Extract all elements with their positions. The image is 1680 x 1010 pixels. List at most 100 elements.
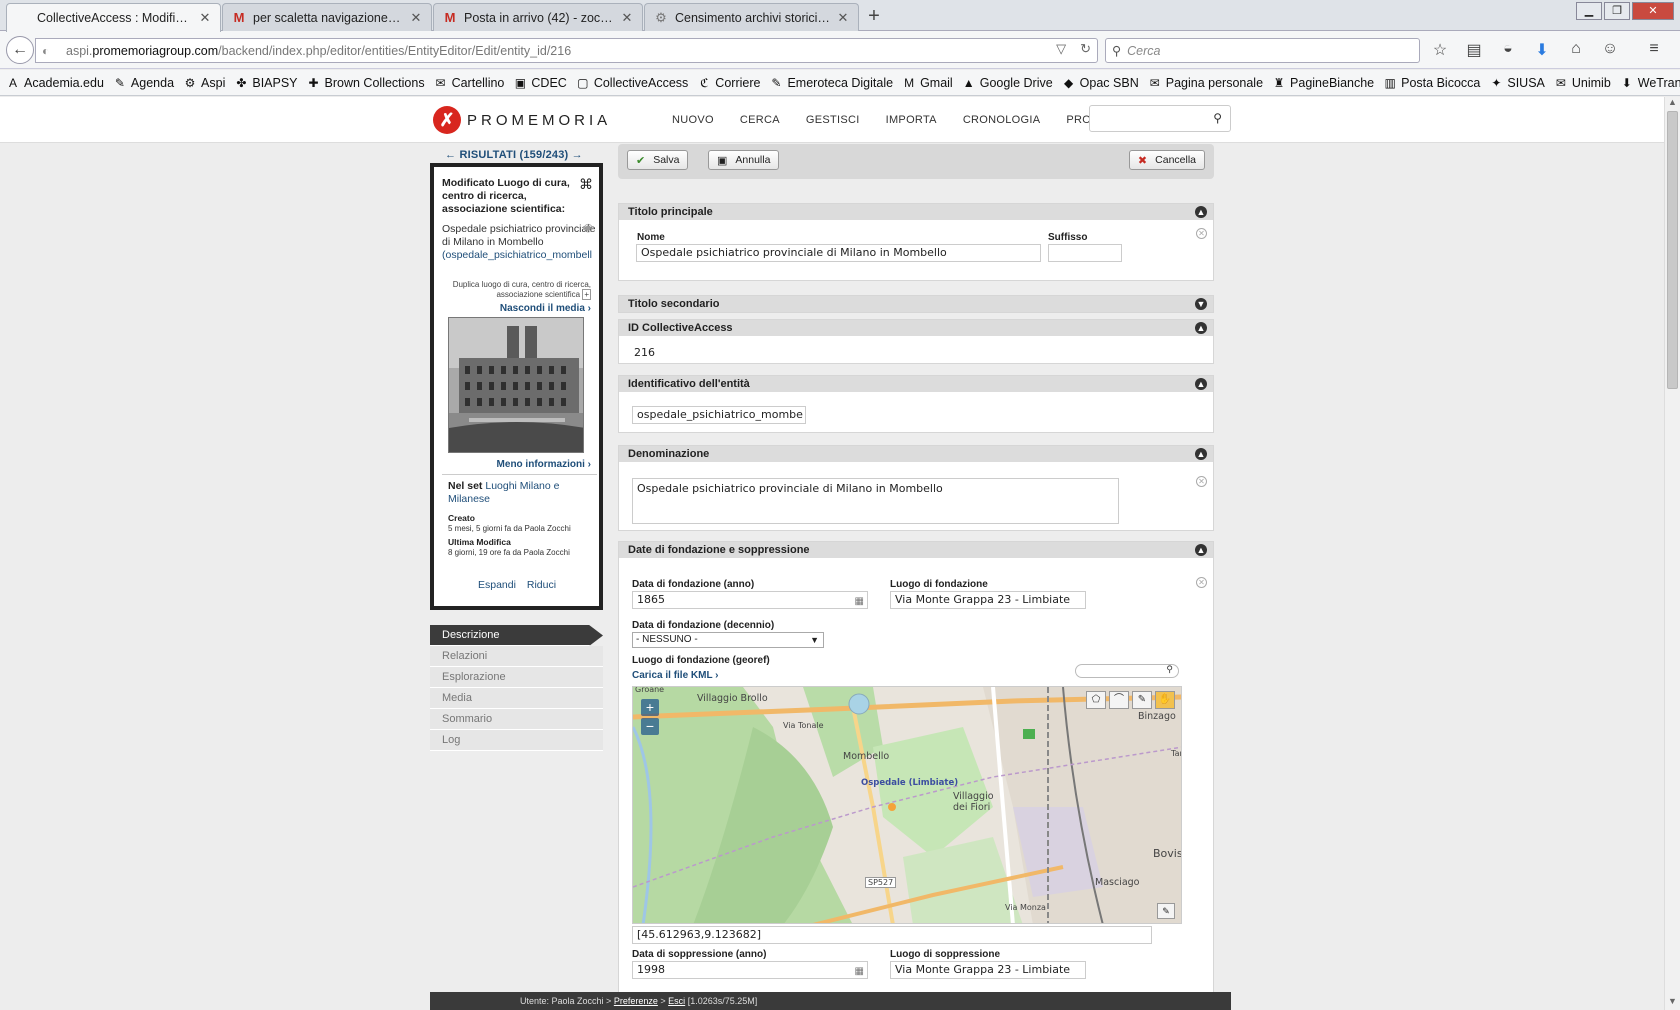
draw-point-icon[interactable]: ✎ [1132,691,1152,709]
map-view[interactable]: Villaggio Brollo Mombello Ospedale (Limb… [632,686,1182,924]
collapse-icon[interactable]: ▲ [1195,322,1207,334]
menu-importa[interactable]: IMPORTA [886,114,937,126]
section-header[interactable]: ID CollectiveAccess ▲ [619,320,1213,336]
section-header[interactable]: Denominazione ▲ [619,446,1213,462]
section-header[interactable]: Identificativo dell'entità ▲ [619,376,1213,392]
bookmark-item[interactable]: ✉ Pagina personale [1148,76,1263,90]
section-header[interactable]: Titolo principale ▲ [619,204,1213,220]
sidenav-esplorazione[interactable]: Esplorazione [430,667,603,688]
bookmark-item[interactable]: ✉ Cartellino [434,76,505,90]
save-button[interactable]: ✔ Salva [627,150,689,170]
tab-collectiveaccess[interactable]: CollectiveAccess : Modifica Lu... ✕ [6,3,221,32]
eye-icon[interactable]: ◉ [583,221,593,234]
tab-gmail-inbox[interactable]: M Posta in arrivo (42) - zocchi... ✕ [433,3,643,31]
minimize-icon[interactable]: ▁ [1576,2,1602,20]
bookmark-item[interactable]: ✦ SIUSA [1489,76,1545,90]
zoom-out-button[interactable]: − [641,718,659,735]
search-icon[interactable]: ⚲ [1213,111,1222,125]
tab-gmail-scaletta[interactable]: M per scaletta navigazione - z... ✕ [222,3,432,31]
duplicate-link[interactable]: Duplica luogo di cura, centro di ricerca… [441,280,591,300]
expand-icon[interactable]: ▼ [1195,298,1207,310]
pan-hand-icon[interactable]: ✋ [1155,691,1175,709]
bookmark-item[interactable]: A Academia.edu [6,76,104,90]
menu-gestisci[interactable]: GESTISCI [806,114,860,126]
close-window-icon[interactable]: ✕ [1632,2,1674,20]
section-header[interactable]: Date di fondazione e soppressione ▲ [619,542,1213,558]
chat-icon[interactable]: ☺ [1600,40,1620,60]
calendar-icon[interactable]: ▦ [855,594,864,608]
browser-search[interactable]: ⚲ Cerca [1105,38,1420,63]
new-tab-button[interactable]: + [862,5,886,29]
hide-media-link[interactable]: Nascondi il media › [500,303,591,314]
bookmark-item[interactable]: ⬇ WeTransfer [1620,76,1680,90]
bookmark-item[interactable]: ℭ Corriere [697,76,760,90]
delete-button[interactable]: ✖ Cancella [1128,150,1205,170]
logout-link[interactable]: Esci [668,996,685,1006]
sidenav-descrizione[interactable]: Descrizione [430,625,603,646]
bookmark-item[interactable]: ⚙ Aspi [183,76,226,90]
draw-path-icon[interactable]: ⌒ [1109,691,1129,709]
remove-icon[interactable]: ✕ [1196,228,1207,239]
bookmark-item[interactable]: ▣ CDEC [513,76,567,90]
remove-icon[interactable]: ✕ [1196,476,1207,487]
bookmark-item[interactable]: ◆ Opac SBN [1062,76,1139,90]
bookmark-item[interactable]: ▲ Google Drive [962,76,1053,90]
sidenav-relazioni[interactable]: Relazioni [430,646,603,667]
soppressione-anno-field[interactable]: 1998 ▦ [632,961,868,979]
reload-icon[interactable]: ↻ [1080,41,1091,57]
scroll-up-icon[interactable]: ▲ [1665,97,1680,111]
suffisso-field[interactable] [1048,244,1122,262]
home-icon[interactable]: ⌂ [1566,40,1586,60]
scroll-thumb[interactable] [1667,111,1678,389]
menu-cerca[interactable]: CERCA [740,114,780,126]
dropdown-arrow-icon[interactable]: ▽ [1056,41,1066,57]
denominazione-textarea[interactable]: Ospedale psichiatrico provinciale di Mil… [632,478,1119,524]
command-icon[interactable]: ⌘ [579,176,593,193]
restore-icon[interactable]: ❐ [1604,2,1630,20]
less-info-link[interactable]: Meno informazioni › [497,459,591,470]
draw-polygon-icon[interactable]: ⬠ [1086,691,1106,709]
collapse-icon[interactable]: ▲ [1195,544,1207,556]
close-tab-icon[interactable]: ✕ [198,10,212,26]
results-navigation[interactable]: ← RISULTATI (159/243) → [445,149,583,161]
bookmark-item[interactable]: ✎ Agenda [113,76,174,90]
reading-list-icon[interactable]: ▤ [1464,40,1484,60]
map-search-input[interactable]: ⚲ [1075,664,1179,678]
decennio-select[interactable]: - NESSUNO - ▼ [632,632,824,648]
remove-icon[interactable]: ✕ [1196,577,1207,588]
close-tab-icon[interactable]: ✕ [836,10,850,26]
search-icon[interactable]: ⚲ [1166,664,1173,675]
scroll-down-icon[interactable]: ▼ [1665,996,1680,1010]
hamburger-menu-icon[interactable]: ≡ [1644,40,1664,60]
sidenav-sommario[interactable]: Sommario [430,709,603,730]
promemoria-logo[interactable]: ✗ PROMEMORIA [433,106,611,134]
bookmark-item[interactable]: ✉ Unimib [1554,76,1611,90]
collapse-link[interactable]: Riduci [527,579,556,591]
cancel-button[interactable]: ▣ Annulla [708,150,780,170]
identificativo-field[interactable]: ospedale_psichiatrico_mombe [632,406,806,424]
bookmark-item[interactable]: ▥ Posta Bicocca [1383,76,1480,90]
expand-link[interactable]: Espandi [478,579,516,591]
luogo-fondazione-field[interactable]: Via Monte Grappa 23 - Limbiate [890,591,1086,609]
menu-cronologia[interactable]: CRONOLOGIA [963,114,1041,126]
download-icon[interactable]: ⬇ [1532,40,1552,60]
entity-photo[interactable] [448,317,584,453]
luogo-soppressione-field[interactable]: Via Monte Grappa 23 - Limbiate [890,961,1086,979]
calendar-icon[interactable]: ▦ [855,964,864,978]
bookmark-item[interactable]: ▢ CollectiveAccess [576,76,688,90]
bookmark-item[interactable]: M Gmail [902,76,953,90]
bookmark-item[interactable]: ✤ BIAPSY [234,76,297,90]
page-scrollbar[interactable]: ▲ ▼ [1664,97,1680,1010]
sidenav-log[interactable]: Log [430,730,603,751]
tab-censimento[interactable]: ⚙ Censimento archivi storici i... ✕ [644,3,859,31]
pocket-icon[interactable]: ◒ [1498,40,1518,60]
back-arrow-icon[interactable]: ← [6,36,34,64]
edit-icon[interactable]: ✎ [1157,903,1175,919]
fondazione-anno-field[interactable]: 1865 ▦ [632,591,868,609]
nome-field[interactable]: Ospedale psichiatrico provinciale di Mil… [636,244,1041,262]
quick-search-input[interactable]: ⚲ [1089,105,1231,132]
kml-upload-link[interactable]: Carica il file KML › [632,670,719,681]
collapse-icon[interactable]: ▲ [1195,378,1207,390]
coordinates-field[interactable]: [45.612963,9.123682] [632,926,1152,944]
bookmark-item[interactable]: ♜ PagineBianche [1272,76,1375,90]
